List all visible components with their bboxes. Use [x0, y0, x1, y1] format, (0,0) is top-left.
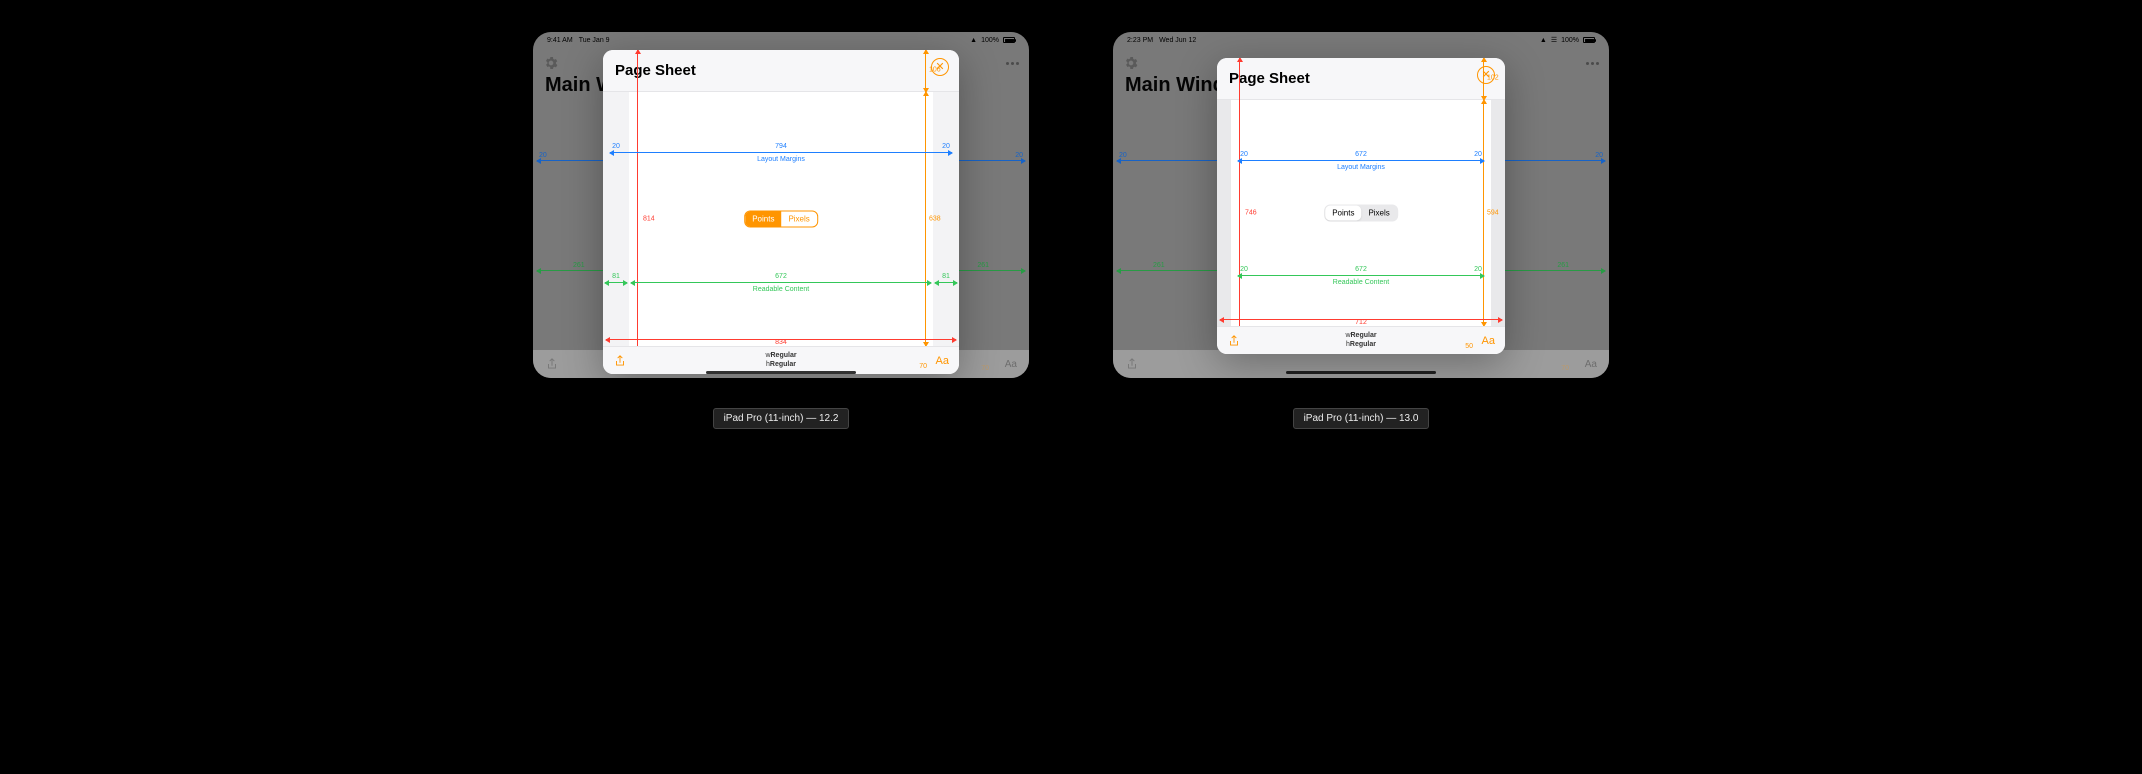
device-bezel: 9:41 AMTue Jan 9▲100%Main Window20202612…	[521, 20, 1041, 390]
readable-content-guide	[1238, 275, 1484, 276]
sheet-title: Page Sheet	[1229, 70, 1310, 87]
height-value-mid: 594	[1487, 210, 1499, 217]
page-sheet: Page Sheet✕ 814 106 638 20 794 20 Layout Margin…	[603, 50, 959, 374]
readable-width: 672	[1355, 266, 1367, 275]
safe-area-bottom-value: 70	[919, 363, 927, 370]
layout-margins-guide	[1238, 160, 1484, 161]
layout-margin-left: 20	[612, 143, 620, 152]
readable-left: 20	[1240, 266, 1248, 275]
text-size-icon[interactable]: Aa	[936, 355, 949, 367]
unit-points[interactable]: Points	[1325, 206, 1361, 221]
height-value-full: 746	[1245, 210, 1257, 217]
status-time: 9:41 AM	[547, 37, 573, 44]
sheet-body: 8141066382079420Layout Margins8181672Rea…	[603, 92, 959, 346]
share-icon[interactable]	[1227, 334, 1241, 348]
layout-margin-right: 20	[942, 143, 950, 152]
safe-area-bottom-value: 50	[1465, 343, 1473, 350]
unit-pixels[interactable]: Pixels	[781, 212, 816, 227]
device-caption: iPad Pro (11-inch) — 13.0	[1293, 408, 1430, 429]
battery-icon	[1003, 37, 1015, 43]
unit-points[interactable]: Points	[745, 212, 781, 227]
height-guide-top	[1483, 58, 1484, 100]
layout-margin-width: 794	[775, 143, 787, 152]
readable-left: 81	[612, 273, 620, 282]
height-guide-top	[925, 50, 926, 92]
readable-width: 672	[775, 273, 787, 282]
sheet-footer: wRegularhRegular Aa 70	[603, 346, 959, 374]
home-indicator	[706, 371, 856, 374]
status-bar: 9:41 AM Tue Jan 9 ▲ 100%	[533, 32, 1029, 48]
layout-margins-guide	[610, 152, 952, 153]
readable-label: Readable Content	[753, 286, 809, 293]
readable-label: Readable Content	[1333, 279, 1389, 286]
status-date: Tue Jan 9	[579, 37, 610, 44]
status-date: Wed Jun 12	[1159, 37, 1196, 44]
sheet-header: Page Sheet✕	[603, 50, 959, 92]
sheet-header: Page Sheet✕	[1217, 58, 1505, 100]
device-bezel: 2:23 PMWed Jun 12▲☰100%Main Window202026…	[1101, 20, 1621, 390]
device-caption: iPad Pro (11-inch) — 12.2	[713, 408, 850, 429]
layout-margin-left: 20	[1240, 151, 1248, 160]
height-guide-mid	[1483, 100, 1484, 326]
readable-content-right-guide	[935, 282, 957, 283]
layout-margin-label: Layout Margins	[757, 156, 805, 163]
height-value-top: 106	[929, 67, 941, 74]
height-guide-left	[1239, 58, 1240, 340]
page-sheet: Page Sheet✕ 746 102 594 20 672 20 Layout Margin…	[1217, 58, 1505, 354]
size-class-label: wRegularhRegular	[1345, 332, 1376, 349]
unit-pixels[interactable]: Pixels	[1361, 206, 1396, 221]
readable-right: 20	[1474, 266, 1482, 275]
status-battery: 100%	[1561, 37, 1579, 44]
battery-icon	[1583, 37, 1595, 43]
sheet-body: 7461025942067220Layout Margins2020672Rea…	[1217, 100, 1505, 326]
status-battery: 100%	[981, 37, 999, 44]
unit-toggle[interactable]: PointsPixels	[744, 211, 818, 228]
home-indicator	[1286, 371, 1436, 374]
readable-content-left-guide	[605, 282, 627, 283]
height-value-top: 102	[1487, 75, 1499, 82]
readable-right: 81	[942, 273, 950, 282]
share-icon[interactable]	[613, 354, 627, 368]
height-value-full: 814	[643, 216, 655, 223]
wifi-icon: ▲	[1540, 37, 1547, 44]
wifi-icon: ▲	[970, 37, 977, 44]
sheet-title: Page Sheet	[615, 62, 696, 79]
size-class-label: wRegularhRegular	[765, 352, 796, 369]
height-value-mid: 638	[929, 216, 941, 223]
cell-icon: ☰	[1551, 36, 1557, 44]
layout-margin-label: Layout Margins	[1337, 164, 1385, 171]
status-bar: 2:23 PM Wed Jun 12 ▲ ☰ 100%	[1113, 32, 1609, 48]
unit-toggle[interactable]: PointsPixels	[1324, 205, 1398, 222]
height-guide-mid	[925, 92, 926, 346]
layout-margin-width: 672	[1355, 151, 1367, 160]
height-guide-left	[637, 50, 638, 374]
status-time: 2:23 PM	[1127, 37, 1153, 44]
readable-content-guide	[631, 282, 931, 283]
layout-margin-right: 20	[1474, 151, 1482, 160]
text-size-icon[interactable]: Aa	[1482, 335, 1495, 347]
sheet-footer: wRegularhRegular Aa 50	[1217, 326, 1505, 354]
